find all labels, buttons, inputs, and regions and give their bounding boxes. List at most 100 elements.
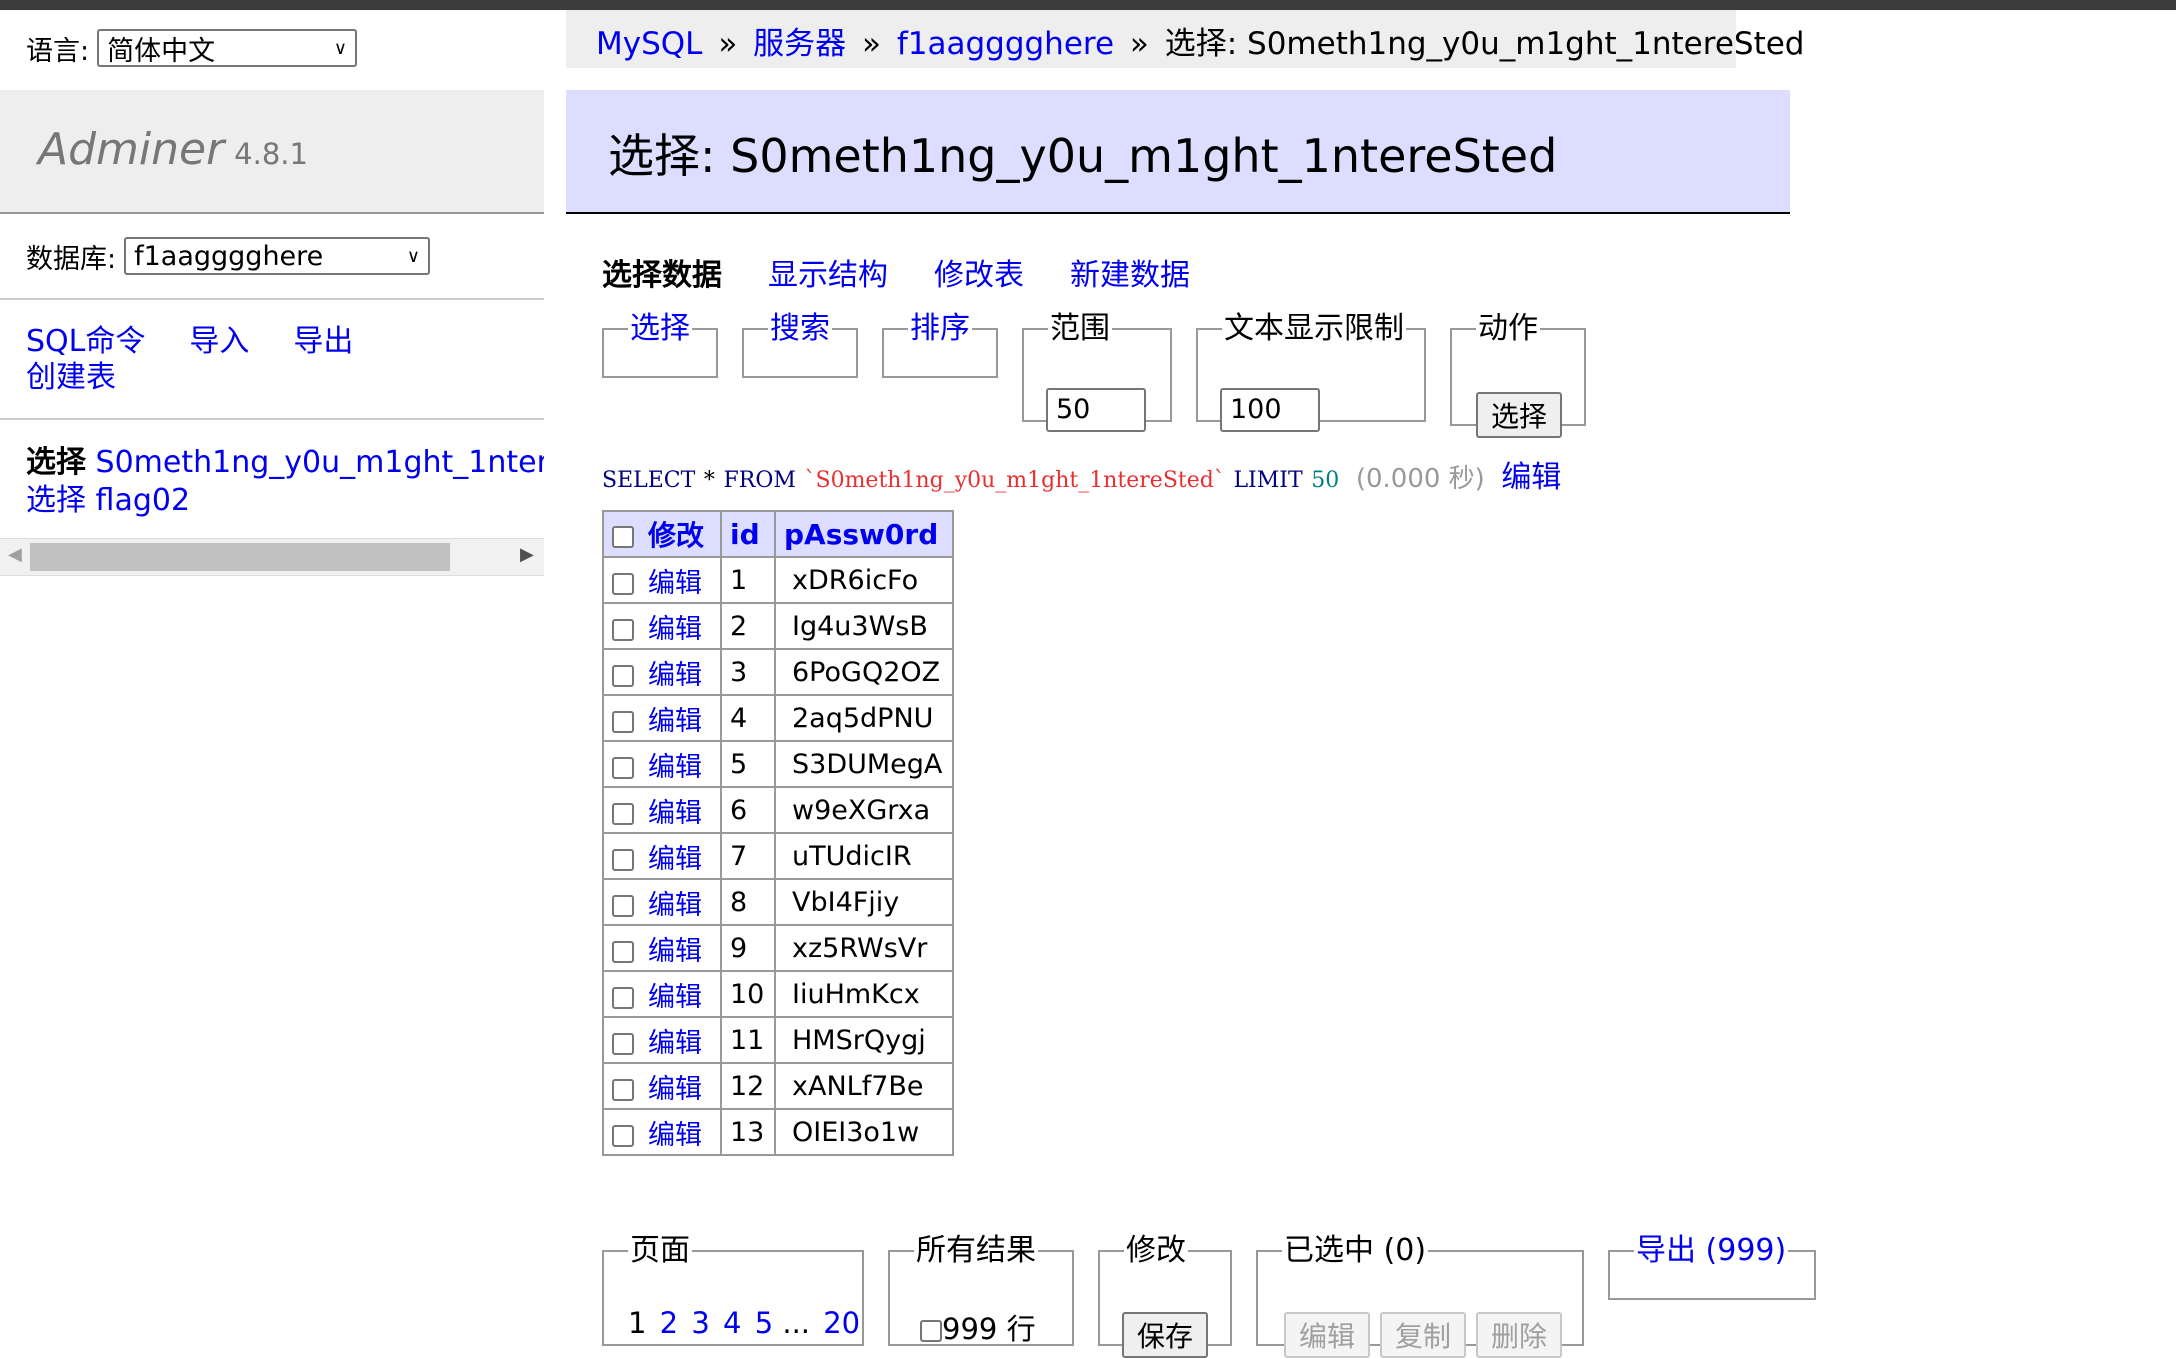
table-row: 编辑 8 VbI4Fjiy (602, 878, 954, 926)
app-logo[interactable]: Adminer 4.8.1 (38, 124, 308, 175)
text-length-fieldset: 文本显示限制 100 (1196, 314, 1426, 432)
row-checkbox[interactable] (612, 1033, 634, 1055)
search-toggle[interactable]: 搜索 (770, 311, 830, 346)
row-checkbox[interactable] (612, 1125, 634, 1147)
select-columns-toggle[interactable]: 选择 (630, 311, 690, 346)
table-select-link[interactable]: 选择 (26, 483, 86, 518)
page-link[interactable]: 5 (755, 1306, 773, 1340)
sql-command-link[interactable]: SQL命令 (26, 324, 145, 359)
page-ellipsis: ... (782, 1306, 811, 1340)
row-edit-link[interactable]: 编辑 (648, 982, 702, 1013)
row-edit-link[interactable]: 编辑 (648, 1120, 702, 1151)
database-select[interactable]: f1aagggghere ∨ (124, 237, 431, 275)
create-table-link[interactable]: 创建表 (26, 360, 116, 395)
tab-new-item[interactable]: 新建数据 (1070, 258, 1190, 293)
breadcrumb-separator: » (862, 26, 881, 62)
row-checkbox[interactable] (612, 1079, 634, 1101)
text-length-input[interactable]: 100 (1220, 388, 1320, 432)
menu-divider (0, 298, 544, 300)
breadcrumb-server[interactable]: 服务器 (753, 26, 846, 62)
clone-selected-button[interactable]: 复制 (1380, 1312, 1466, 1358)
row-edit-link[interactable]: 编辑 (648, 1074, 702, 1105)
delete-selected-button[interactable]: 删除 (1476, 1312, 1562, 1358)
page-link[interactable]: 3 (691, 1306, 709, 1340)
row-id-cell: 3 (720, 648, 776, 696)
page-link[interactable]: 4 (723, 1306, 741, 1340)
breadcrumb-mysql[interactable]: MySQL (596, 26, 702, 62)
row-checkbox[interactable] (612, 665, 634, 687)
table-row: 编辑 4 2aq5dPNU (602, 694, 954, 742)
row-actions-cell: 编辑 (602, 648, 722, 696)
row-id-cell: 8 (720, 878, 776, 926)
breadcrumb-database[interactable]: f1aagggghere (897, 26, 1114, 62)
row-id-cell: 13 (720, 1108, 776, 1156)
tab-alter-table[interactable]: 修改表 (934, 258, 1024, 293)
limit-input[interactable]: 50 (1046, 388, 1146, 432)
row-checkbox[interactable] (612, 757, 634, 779)
row-edit-link[interactable]: 编辑 (648, 706, 702, 737)
edit-query-link[interactable]: 编辑 (1501, 460, 1561, 495)
breadcrumb: MySQL » 服务器 » f1aagggghere » 选择: S0meth1… (566, 10, 1804, 68)
row-password-cell: xz5RWsVr (774, 924, 954, 972)
row-count: 999 行 (942, 1312, 1036, 1346)
row-password-cell: w9eXGrxa (774, 786, 954, 834)
column-header-password[interactable]: pAssw0rd (774, 510, 954, 558)
row-checkbox[interactable] (612, 987, 634, 1009)
row-checkbox[interactable] (612, 573, 634, 595)
row-actions-cell: 编辑 (602, 1016, 722, 1064)
row-edit-link[interactable]: 编辑 (648, 844, 702, 875)
row-checkbox[interactable] (612, 941, 634, 963)
row-edit-link[interactable]: 编辑 (648, 798, 702, 829)
column-header-label[interactable]: 修改 (648, 519, 704, 552)
all-results-checkbox[interactable] (920, 1320, 942, 1342)
row-edit-link[interactable]: 编辑 (648, 752, 702, 783)
select-all-checkbox[interactable] (612, 526, 634, 548)
save-button[interactable]: 保存 (1122, 1312, 1208, 1358)
row-checkbox[interactable] (612, 803, 634, 825)
row-actions-cell: 编辑 (602, 1108, 722, 1156)
sort-fieldset: 排序 (882, 314, 998, 378)
row-actions-cell: 编辑 (602, 878, 722, 926)
table-row: 编辑 3 6PoGQ2OZ (602, 648, 954, 696)
table-name-link[interactable]: flag02 (96, 483, 191, 518)
row-edit-link[interactable]: 编辑 (648, 890, 702, 921)
select-submit-button[interactable]: 选择 (1476, 392, 1562, 438)
page-header: 选择: S0meth1ng_y0u_m1ght_1ntereSted (566, 90, 1790, 214)
table-row: 编辑 5 S3DUMegA (602, 740, 954, 788)
column-header-label[interactable]: id (730, 518, 760, 551)
row-checkbox[interactable] (612, 619, 634, 641)
table-select-link[interactable]: 选择 (26, 445, 86, 480)
breadcrumb-separator: » (1129, 26, 1149, 62)
app-name: Adminer (38, 124, 225, 175)
sort-toggle[interactable]: 排序 (910, 311, 970, 346)
import-link[interactable]: 导入 (189, 324, 249, 359)
export-toggle[interactable]: 导出 (999) (1636, 1233, 1786, 1268)
row-edit-link[interactable]: 编辑 (648, 568, 702, 599)
column-header-id[interactable]: id (720, 510, 776, 558)
sql-star: * (703, 468, 715, 493)
scroll-right-arrow-icon[interactable]: ▶ (520, 544, 534, 565)
page-title: 选择: S0meth1ng_y0u_m1ght_1ntereSted (608, 129, 1558, 183)
scrollbar-thumb[interactable] (30, 543, 450, 571)
export-fieldset: 导出 (999) (1608, 1236, 1816, 1300)
last-page-link[interactable]: 20 (823, 1306, 860, 1340)
row-checkbox[interactable] (612, 711, 634, 733)
row-edit-link[interactable]: 编辑 (648, 614, 702, 645)
table-name-link[interactable]: S0meth1ng_y0u_m1ght_1nteresting (96, 445, 544, 480)
row-edit-link[interactable]: 编辑 (648, 660, 702, 691)
menu-horizontal-scrollbar[interactable]: ◀ ▶ (0, 538, 544, 576)
row-password-cell: IiuHmKcx (774, 970, 954, 1018)
scroll-left-arrow-icon[interactable]: ◀ (8, 544, 22, 565)
column-header-label[interactable]: pAssw0rd (784, 518, 938, 551)
pagination: 1 2 3 4 5 ... 20 (628, 1306, 860, 1340)
sql-keyword: FROM (723, 468, 796, 493)
tab-show-structure[interactable]: 显示结构 (768, 258, 888, 293)
row-edit-link[interactable]: 编辑 (648, 936, 702, 967)
row-checkbox[interactable] (612, 895, 634, 917)
export-link[interactable]: 导出 (293, 324, 353, 359)
language-select[interactable]: 简体中文 ∨ (97, 29, 358, 67)
row-checkbox[interactable] (612, 849, 634, 871)
page-link[interactable]: 2 (660, 1306, 678, 1340)
edit-selected-button[interactable]: 编辑 (1284, 1312, 1370, 1358)
row-edit-link[interactable]: 编辑 (648, 1028, 702, 1059)
